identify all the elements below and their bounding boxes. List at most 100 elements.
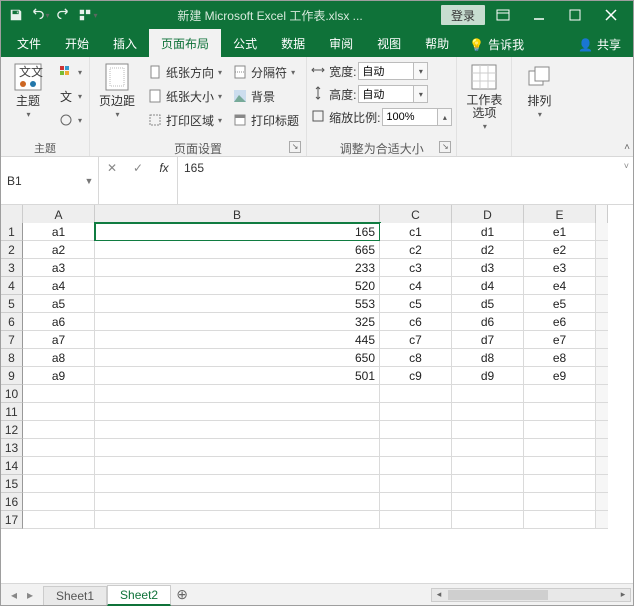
cell-E5[interactable]: e5 bbox=[524, 295, 596, 313]
cell-C5[interactable]: c5 bbox=[380, 295, 452, 313]
cell-B12[interactable] bbox=[95, 421, 380, 439]
cell-B4[interactable]: 520 bbox=[95, 277, 380, 295]
cell-A11[interactable] bbox=[23, 403, 95, 421]
cell-D3[interactable]: d3 bbox=[452, 259, 524, 277]
redo-button[interactable] bbox=[53, 4, 75, 26]
cell-E14[interactable] bbox=[524, 457, 596, 475]
cell-A9[interactable]: a9 bbox=[23, 367, 95, 385]
cell-A14[interactable] bbox=[23, 457, 95, 475]
cell-A15[interactable] bbox=[23, 475, 95, 493]
cell-C4[interactable]: c4 bbox=[380, 277, 452, 295]
cell-B3[interactable]: 233 bbox=[95, 259, 380, 277]
row-header-13[interactable]: 13 bbox=[1, 439, 23, 457]
cell-A12[interactable] bbox=[23, 421, 95, 439]
cell-D10[interactable] bbox=[452, 385, 524, 403]
row-header-10[interactable]: 10 bbox=[1, 385, 23, 403]
cell-D8[interactable]: d8 bbox=[452, 349, 524, 367]
row-header-17[interactable]: 17 bbox=[1, 511, 23, 529]
cell-A5[interactable]: a5 bbox=[23, 295, 95, 313]
cell-B10[interactable] bbox=[95, 385, 380, 403]
cell-E4[interactable]: e4 bbox=[524, 277, 596, 295]
tell-me-button[interactable]: 💡告诉我 bbox=[461, 32, 532, 57]
sheet-tab-2[interactable]: Sheet2 bbox=[107, 585, 171, 606]
scale-input[interactable] bbox=[382, 108, 438, 126]
cell-B16[interactable] bbox=[95, 493, 380, 511]
cell-C14[interactable] bbox=[380, 457, 452, 475]
scale-spinner[interactable]: ▴ bbox=[438, 108, 452, 126]
touch-mode-button[interactable]: ▾ bbox=[77, 4, 99, 26]
expand-formula-bar-button[interactable]: ˅ bbox=[624, 161, 629, 171]
select-all-corner[interactable] bbox=[1, 205, 23, 225]
cell-C12[interactable] bbox=[380, 421, 452, 439]
cell-B5[interactable]: 553 bbox=[95, 295, 380, 313]
row-header-4[interactable]: 4 bbox=[1, 277, 23, 295]
row-header-15[interactable]: 15 bbox=[1, 475, 23, 493]
cell-C9[interactable]: c9 bbox=[380, 367, 452, 385]
print-area-button[interactable]: 打印区域▾ bbox=[144, 109, 225, 131]
cell-A4[interactable]: a4 bbox=[23, 277, 95, 295]
save-button[interactable] bbox=[5, 4, 27, 26]
cell-E2[interactable]: e2 bbox=[524, 241, 596, 259]
cell-D14[interactable] bbox=[452, 457, 524, 475]
cell-D9[interactable]: d9 bbox=[452, 367, 524, 385]
cell-C15[interactable] bbox=[380, 475, 452, 493]
cell-E1[interactable]: e1 bbox=[524, 223, 596, 241]
theme-fonts-button[interactable]: 文▾ bbox=[55, 85, 85, 107]
height-dropdown[interactable]: ▾ bbox=[414, 85, 428, 103]
scale-launcher[interactable]: ↘ bbox=[439, 141, 451, 153]
cell-B13[interactable] bbox=[95, 439, 380, 457]
cell-D12[interactable] bbox=[452, 421, 524, 439]
width-input[interactable] bbox=[358, 62, 414, 80]
cell-B6[interactable]: 325 bbox=[95, 313, 380, 331]
cell-D16[interactable] bbox=[452, 493, 524, 511]
arrange-button[interactable]: 排列 ▾ bbox=[516, 59, 562, 131]
row-header-2[interactable]: 2 bbox=[1, 241, 23, 259]
column-header-A[interactable]: A bbox=[23, 205, 95, 225]
cell-C10[interactable] bbox=[380, 385, 452, 403]
tab-insert[interactable]: 插入 bbox=[101, 29, 149, 57]
cell-A17[interactable] bbox=[23, 511, 95, 529]
formula-input[interactable] bbox=[178, 157, 633, 201]
cell-B7[interactable]: 445 bbox=[95, 331, 380, 349]
cell-A8[interactable]: a8 bbox=[23, 349, 95, 367]
breaks-button[interactable]: 分隔符▾ bbox=[229, 61, 302, 83]
row-header-5[interactable]: 5 bbox=[1, 295, 23, 313]
cell-D7[interactable]: d7 bbox=[452, 331, 524, 349]
tab-file[interactable]: 文件 bbox=[5, 29, 53, 57]
cell-A10[interactable] bbox=[23, 385, 95, 403]
page-setup-launcher[interactable]: ↘ bbox=[289, 141, 301, 153]
tab-view[interactable]: 视图 bbox=[365, 29, 413, 57]
cell-B2[interactable]: 665 bbox=[95, 241, 380, 259]
row-header-8[interactable]: 8 bbox=[1, 349, 23, 367]
cell-E9[interactable]: e9 bbox=[524, 367, 596, 385]
cell-C17[interactable] bbox=[380, 511, 452, 529]
cell-A3[interactable]: a3 bbox=[23, 259, 95, 277]
cell-A16[interactable] bbox=[23, 493, 95, 511]
cell-D15[interactable] bbox=[452, 475, 524, 493]
name-box-input[interactable] bbox=[1, 159, 80, 203]
tab-formulas[interactable]: 公式 bbox=[221, 29, 269, 57]
themes-button[interactable]: 文文 主题 ▾ bbox=[5, 59, 51, 131]
cell-A7[interactable]: a7 bbox=[23, 331, 95, 349]
tab-review[interactable]: 审阅 bbox=[317, 29, 365, 57]
cell-C13[interactable] bbox=[380, 439, 452, 457]
print-titles-button[interactable]: 打印标题 bbox=[229, 109, 302, 131]
enter-formula-button[interactable]: ✓ bbox=[125, 157, 151, 179]
horizontal-scrollbar[interactable]: ◂▸ bbox=[193, 588, 633, 602]
background-button[interactable]: 背景 bbox=[229, 85, 302, 107]
cell-E6[interactable]: e6 bbox=[524, 313, 596, 331]
cell-B11[interactable] bbox=[95, 403, 380, 421]
sheet-options-button[interactable]: 工作表选项 ▾ bbox=[461, 59, 507, 131]
cell-C11[interactable] bbox=[380, 403, 452, 421]
cell-A13[interactable] bbox=[23, 439, 95, 457]
row-header-12[interactable]: 12 bbox=[1, 421, 23, 439]
cell-B8[interactable]: 650 bbox=[95, 349, 380, 367]
theme-effects-button[interactable]: ▾ bbox=[55, 109, 85, 131]
cell-C1[interactable]: c1 bbox=[380, 223, 452, 241]
row-header-16[interactable]: 16 bbox=[1, 493, 23, 511]
cell-E8[interactable]: e8 bbox=[524, 349, 596, 367]
tab-home[interactable]: 开始 bbox=[53, 29, 101, 57]
new-sheet-button[interactable]: ⊕ bbox=[171, 586, 193, 603]
column-header-C[interactable]: C bbox=[380, 205, 452, 225]
tab-page-layout[interactable]: 页面布局 bbox=[149, 29, 221, 57]
